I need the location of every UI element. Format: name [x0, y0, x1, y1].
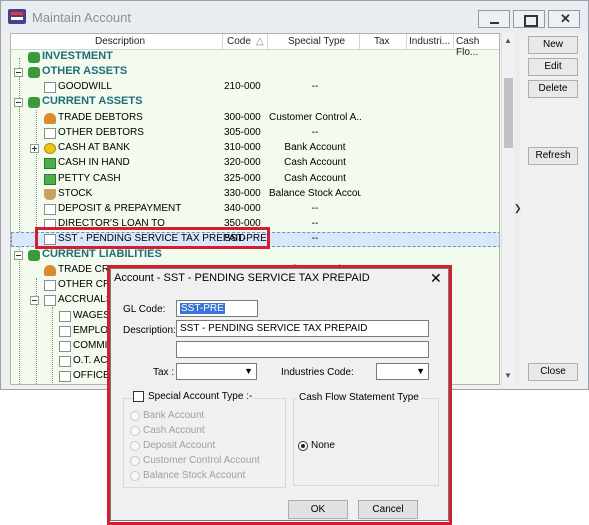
scroll-down-icon[interactable]: ▼ [504, 371, 512, 380]
expand-icon[interactable] [30, 144, 39, 153]
close-icon: ✕ [560, 11, 571, 26]
table-row[interactable]: CASH AT BANK 310-000 Bank Account [11, 141, 499, 156]
scroll-up-icon[interactable]: ▲ [504, 36, 512, 45]
edit-button[interactable]: Edit [528, 58, 578, 76]
collapse-icon[interactable] [14, 68, 23, 77]
account-icon [44, 128, 56, 139]
table-row[interactable]: TRADE DEBTORS 300-000 Customer Control A… [11, 111, 499, 126]
app-logo-icon [8, 9, 26, 24]
table-row[interactable]: GOODWILL 210-000 -- [11, 80, 499, 95]
account-icon [44, 295, 56, 306]
table-row[interactable]: PETTY CASH 325-000 Cash Account [11, 172, 499, 187]
grid-header: Description Code △ Special Type Tax Indu… [11, 34, 499, 58]
table-row[interactable]: CASH IN HAND 320-000 Cash Account [11, 156, 499, 171]
chevron-right-icon[interactable]: ❯ [514, 203, 522, 214]
people-icon [44, 265, 56, 276]
cash-icon [44, 158, 56, 169]
account-icon [44, 204, 56, 215]
coin-icon [44, 143, 56, 154]
list-item[interactable]: CURRENT ASSETS [11, 95, 499, 110]
category-icon [28, 67, 40, 78]
collapse-icon[interactable] [14, 98, 23, 107]
panel-splitter[interactable]: ❯ [514, 33, 522, 385]
account-icon [59, 341, 71, 352]
account-icon [59, 311, 71, 322]
col-description[interactable]: Description [95, 36, 145, 47]
stock-icon [44, 189, 56, 200]
window-close-button[interactable]: ✕ [548, 10, 580, 28]
refresh-button[interactable]: Refresh [528, 147, 578, 165]
window-title: Maintain Account [32, 10, 132, 25]
account-icon [44, 82, 56, 93]
table-row[interactable]: STOCK 330-000 Balance Stock Account [11, 187, 499, 202]
category-icon [28, 97, 40, 108]
table-row[interactable]: OTHER DEBTORS 305-000 -- [11, 126, 499, 141]
account-icon [59, 326, 71, 337]
sort-ascending-icon: △ [256, 36, 264, 47]
category-icon [28, 250, 40, 261]
delete-button[interactable]: Delete [528, 80, 578, 98]
close-button[interactable]: Close [528, 363, 578, 381]
account-icon [44, 280, 56, 291]
list-item[interactable]: OTHER ASSETS [11, 65, 499, 80]
vertical-scrollbar[interactable]: ▲ ▼ [501, 33, 514, 385]
dialog-highlight [107, 265, 452, 525]
collapse-icon[interactable] [30, 296, 39, 305]
selected-row-highlight [35, 227, 270, 249]
title-bar: Maintain Account ✕ [1, 1, 588, 33]
account-icon [59, 371, 71, 382]
list-item[interactable]: CURRENT LIABILITIES [11, 248, 499, 263]
maximize-button[interactable] [513, 10, 545, 28]
scroll-thumb[interactable] [504, 78, 513, 148]
category-icon [28, 52, 40, 63]
new-button[interactable]: New [528, 36, 578, 54]
cash-icon [44, 174, 56, 185]
col-special-type[interactable]: Special Type [288, 36, 345, 47]
minimize-button[interactable] [478, 10, 510, 28]
list-item[interactable]: INVESTMENT [11, 50, 499, 65]
col-tax[interactable]: Tax [374, 36, 390, 47]
account-icon [59, 356, 71, 367]
people-icon [44, 113, 56, 124]
table-row[interactable]: DEPOSIT & PREPAYMENT 340-000 -- [11, 202, 499, 217]
col-code[interactable]: Code [227, 36, 251, 47]
collapse-icon[interactable] [14, 251, 23, 260]
col-industries[interactable]: Industri... [409, 36, 450, 47]
